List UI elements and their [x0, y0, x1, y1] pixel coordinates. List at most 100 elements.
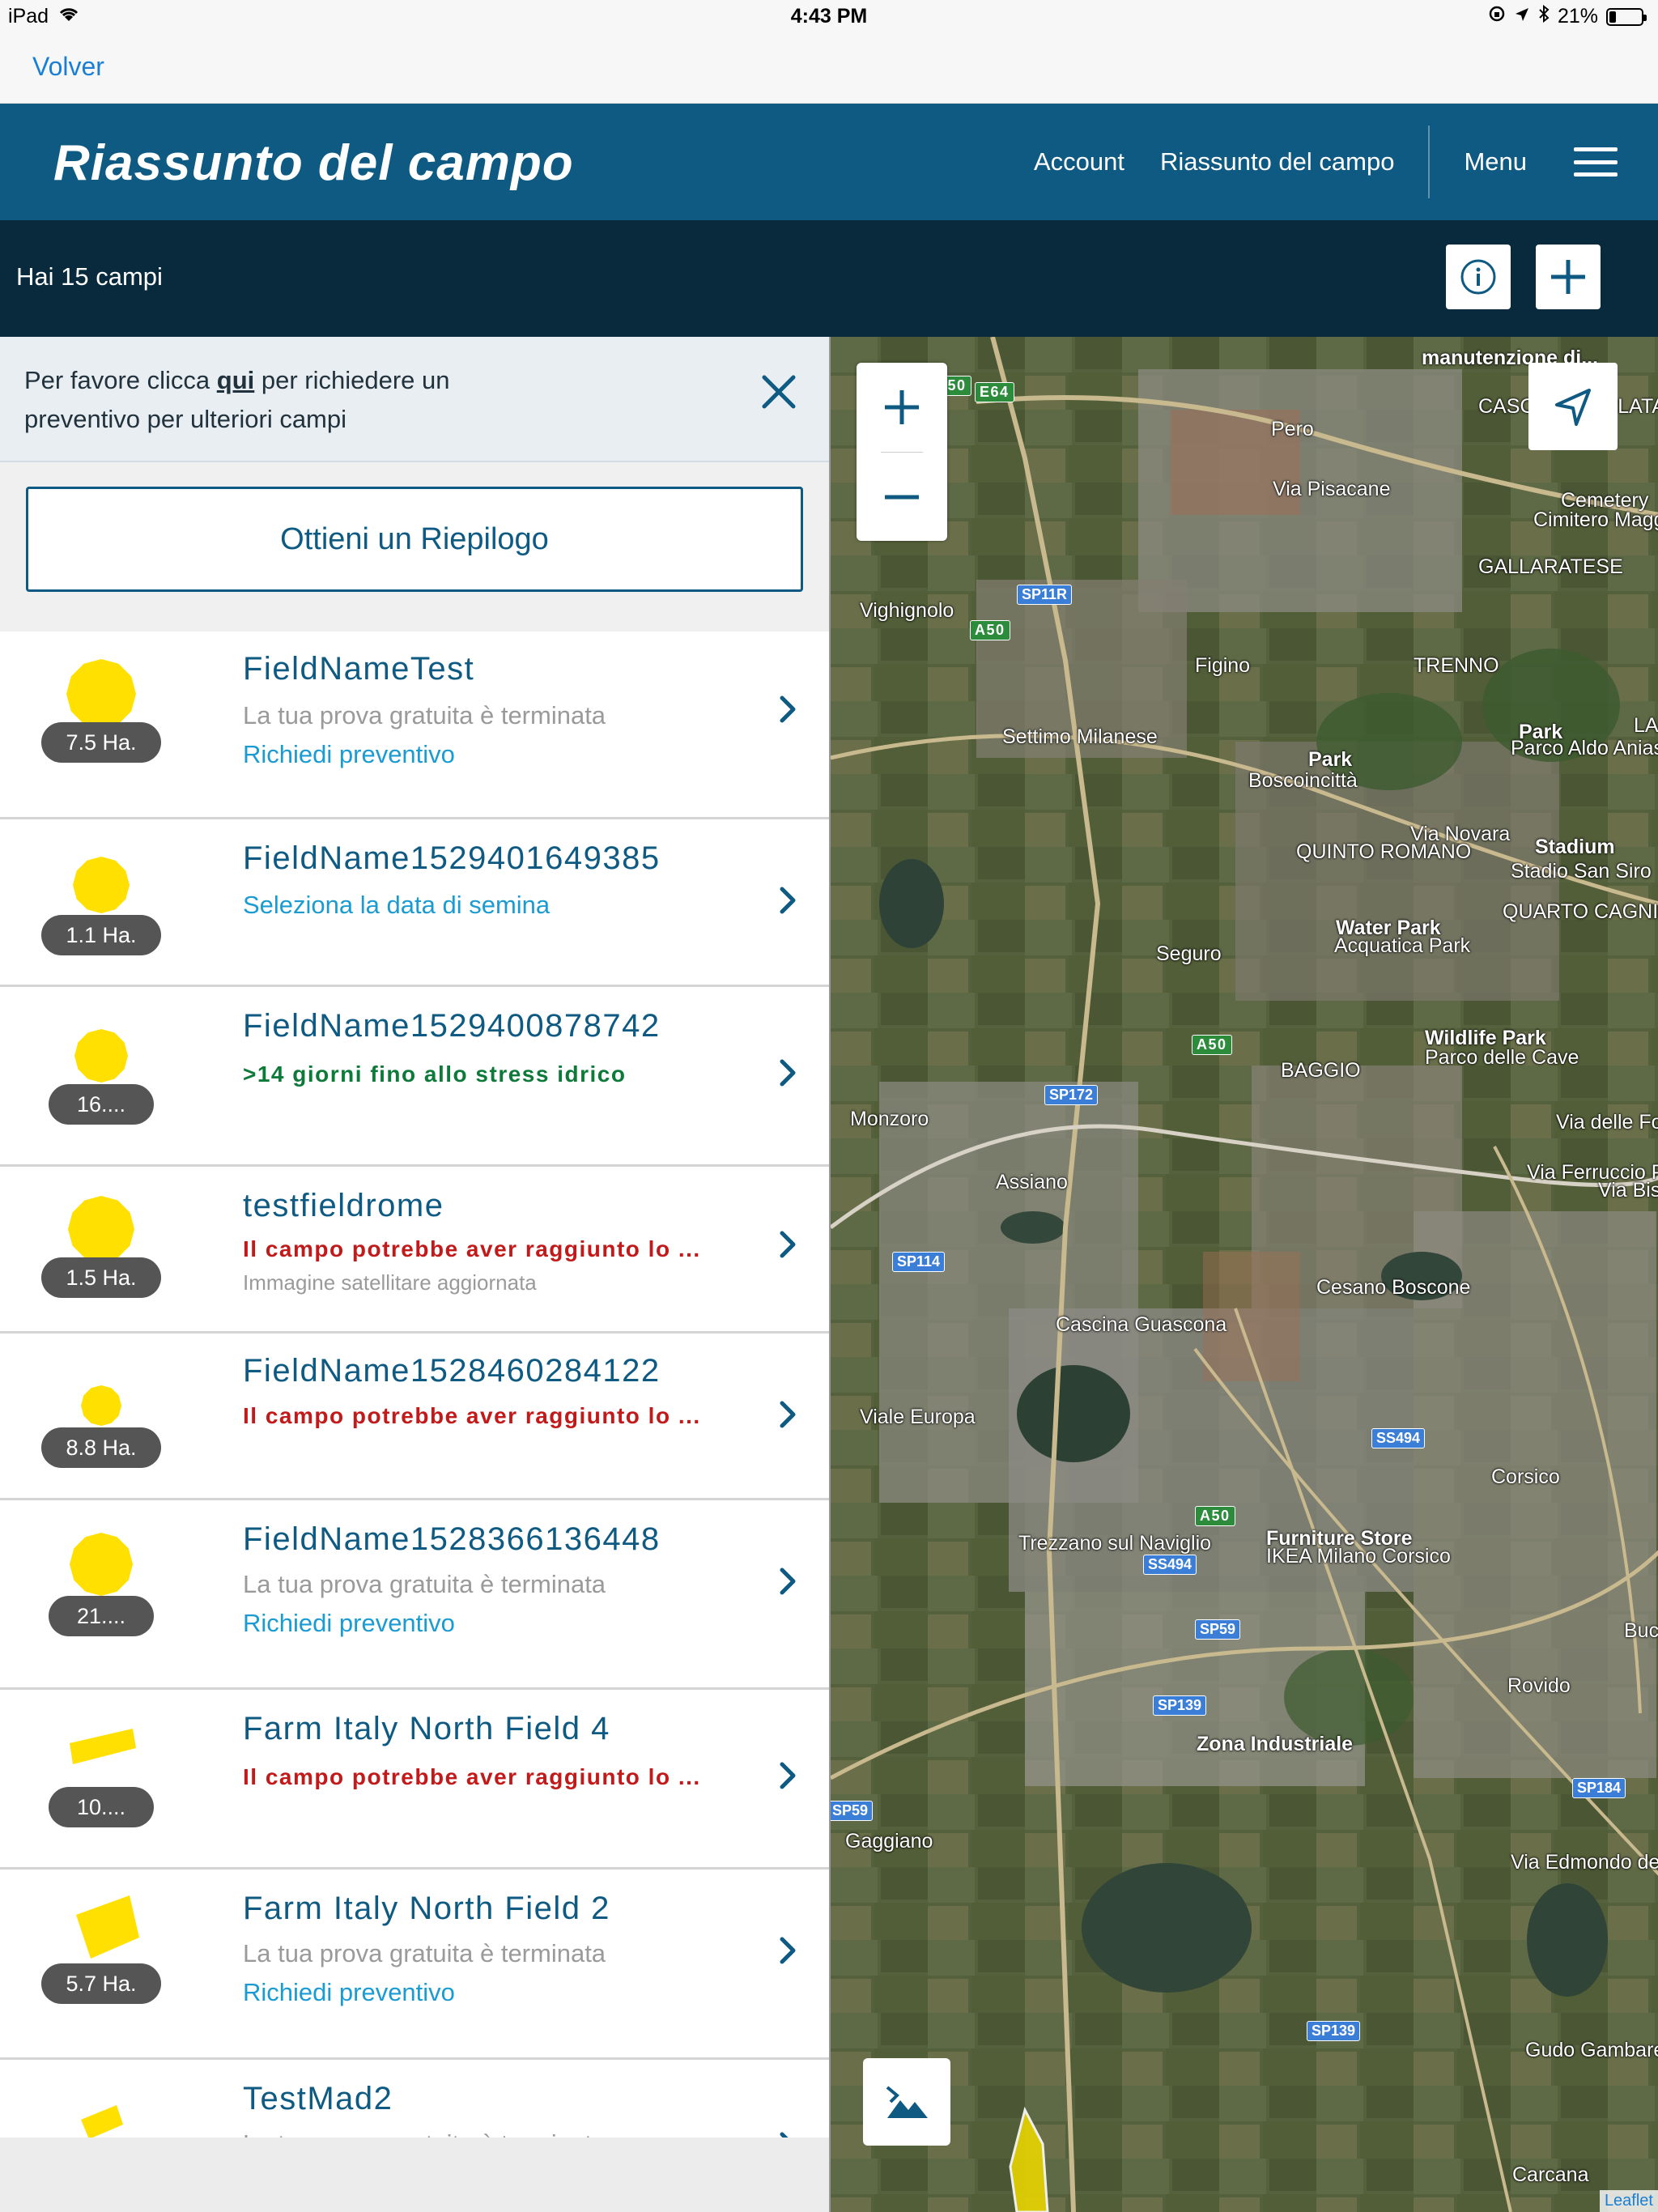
field-list-item[interactable]: 7.5 Ha. FieldNameTest La tua prova gratuit…: [0, 632, 829, 819]
zoom-in-button[interactable]: [857, 363, 947, 451]
notice-link[interactable]: qui: [217, 366, 255, 394]
road-shield-label: SP139: [1307, 2021, 1361, 2041]
field-action-link[interactable]: Seleziona la data di semina: [243, 891, 550, 920]
map-place-label: Pero: [1271, 418, 1314, 440]
map-place-label: Stadio San Siro: [1511, 860, 1652, 883]
map-place-label: Boscoincittà: [1248, 769, 1358, 792]
nav-account[interactable]: Account: [1034, 147, 1124, 177]
map-place-label: Figino: [1195, 654, 1251, 677]
minus-icon: [885, 495, 919, 499]
field-status-text: Il campo potrebbe aver raggiunto lo ...: [243, 1236, 701, 1261]
field-list-item[interactable]: 5.7 Ha. Farm Italy North Field 2 La tua pr…: [0, 1870, 829, 2060]
map-place-label: QUARTO CAGNINO: [1503, 900, 1658, 923]
map-place-label: Zona Industriale: [1197, 1733, 1354, 1755]
map-place-label: Gudo Gambaredo: [1525, 2039, 1658, 2061]
add-field-button[interactable]: [1536, 245, 1601, 309]
road-shield-label: SP184: [1572, 1778, 1626, 1798]
summary-wrap: Ottieni un Riepilogo: [0, 462, 829, 621]
location-arrow-icon: [1514, 5, 1530, 28]
map-place-label: Assiano: [996, 1171, 1068, 1193]
field-action-link[interactable]: Richiedi preventivo: [243, 1978, 455, 2007]
map-place-label: Corsico: [1491, 1465, 1560, 1488]
field-count: Hai 15 campi: [16, 262, 163, 291]
app-header: Riassunto del campo Account Riassunto de…: [0, 104, 1658, 220]
road-shield-label: SP11R: [1017, 585, 1073, 605]
map-layer-button[interactable]: [863, 2058, 950, 2146]
field-list-item[interactable]: 1.1 Ha. FieldName1529401649385 Seleziona l…: [0, 819, 829, 987]
road-shield-label: SP114: [892, 1252, 946, 1272]
map-place-label: Parco Aldo Aniasi: [1511, 737, 1658, 759]
field-name: TestMad2: [243, 2081, 393, 2116]
map-view[interactable]: manutenzione di...CASCINA MERLATAPeroCem…: [829, 337, 1658, 2212]
page-title: Riassunto del campo: [53, 135, 574, 191]
bluetooth-icon: [1538, 4, 1550, 28]
nav-field-summary[interactable]: Riassunto del campo: [1160, 147, 1395, 177]
chevron-right-icon: [780, 1401, 796, 1428]
landscape-layer-icon: [886, 2086, 928, 2118]
field-list-item[interactable]: 16.... Ha. FieldName1529400878742 >14 gior…: [0, 987, 829, 1167]
field-action-link[interactable]: Richiedi preventivo: [243, 740, 455, 769]
field-list-item[interactable]: TestMad2 La tua prova gratuita è terminat…: [0, 2060, 829, 2138]
chevron-right-icon: [780, 1059, 796, 1087]
map-place-label: LAM: [1634, 714, 1658, 737]
map-place-label: Acquatica Park: [1334, 934, 1471, 957]
zoom-out-button[interactable]: [857, 453, 947, 541]
leaflet-attribution[interactable]: Leaflet: [1599, 2190, 1658, 2212]
area-badge: 5.7 Ha.: [41, 1963, 161, 2004]
back-bar: Volver: [0, 32, 1658, 104]
map-place-label: Parco delle Cave: [1425, 1046, 1579, 1069]
field-name: Farm Italy North Field 4: [243, 1711, 610, 1746]
chevron-right-icon: [780, 1762, 796, 1789]
field-name: FieldName1529401649385: [243, 840, 661, 876]
locate-me-button[interactable]: [1528, 363, 1618, 450]
info-button[interactable]: [1446, 245, 1511, 309]
field-status-text: La tua prova gratuita è terminata: [243, 1570, 606, 1598]
road-shield-label: E64: [975, 382, 1014, 402]
chevron-right-icon: [780, 1568, 796, 1595]
road-shield-label: A50: [970, 620, 1010, 640]
map-place-label: BAGGIO: [1281, 1059, 1361, 1082]
road-shield-label: SP59: [1195, 1619, 1241, 1640]
field-list-item[interactable]: 1.5 Ha. testfieldrome Il campo potrebbe av…: [0, 1167, 829, 1334]
close-icon[interactable]: [756, 369, 801, 415]
map-place-label: Cascina Guascona: [1056, 1313, 1227, 1336]
chevron-right-icon: [780, 1937, 796, 1964]
area-badge: 1.5 Ha.: [41, 1257, 161, 1298]
field-action-link[interactable]: Richiedi preventivo: [243, 1609, 455, 1638]
status-right: 21%: [1488, 4, 1647, 28]
nav-menu[interactable]: Menu: [1464, 147, 1527, 177]
road-shield-label: A50: [1195, 1506, 1235, 1526]
map-place-label: Seguro: [1156, 942, 1222, 965]
field-status-text: La tua prova gratuita è terminata: [243, 701, 606, 730]
map-place-label: Rovido: [1507, 1674, 1571, 1697]
field-list-item[interactable]: 21.... Ha. FieldName1528366136448 La tua p…: [0, 1500, 829, 1690]
field-list-item[interactable]: 10.... Ha. Farm Italy North Field 4 Il cam…: [0, 1690, 829, 1870]
back-button[interactable]: Volver: [32, 52, 104, 82]
battery-percent: 21%: [1557, 5, 1598, 28]
hamburger-menu-icon[interactable]: [1574, 147, 1618, 177]
field-status-text: Il campo potrebbe aver raggiunto lo ...: [243, 1764, 701, 1789]
get-summary-button[interactable]: Ottieni un Riepilogo: [26, 487, 803, 592]
navigation-arrow-icon: [1555, 389, 1591, 426]
notice-text-before: Per favore clicca: [24, 366, 217, 394]
map-place-label: Cimitero Maggiore: [1533, 508, 1658, 531]
map-place-label: Via Bisceglie: [1598, 1179, 1658, 1202]
map-place-label: Monzoro: [850, 1108, 929, 1130]
field-name: Farm Italy North Field 2: [243, 1891, 610, 1926]
map-place-label: Settimo Milanese: [1002, 725, 1158, 748]
satellite-imagery: [831, 337, 1658, 2212]
map-place-label: Via delle Forze Arma: [1556, 1111, 1658, 1134]
field-status-text: La tua prova gratuita è terminata: [243, 1939, 606, 1967]
map-place-label: Gaggiano: [845, 1830, 933, 1853]
field-status-text: Il campo potrebbe aver raggiunto lo ...: [243, 1403, 701, 1428]
field-status-text: Immagine satellitare aggiornata: [243, 1270, 537, 1295]
field-list-item[interactable]: 8.8 Ha. FieldName1528460284122 Il campo po…: [0, 1334, 829, 1500]
field-status-text: >14 giorni fino allo stress idrico: [243, 1061, 627, 1087]
field-list: 7.5 Ha. FieldNameTest La tua prova gratuit…: [0, 632, 829, 2138]
battery-level: [1609, 11, 1616, 23]
field-name: FieldName1528460284122: [243, 1353, 661, 1389]
map-place-label: Via Pisacane: [1273, 478, 1391, 500]
map-place-label: TRENNO: [1414, 654, 1499, 677]
map-place-label: Via Novara: [1410, 823, 1511, 845]
map-place-label: GALLARATESE: [1478, 555, 1623, 578]
